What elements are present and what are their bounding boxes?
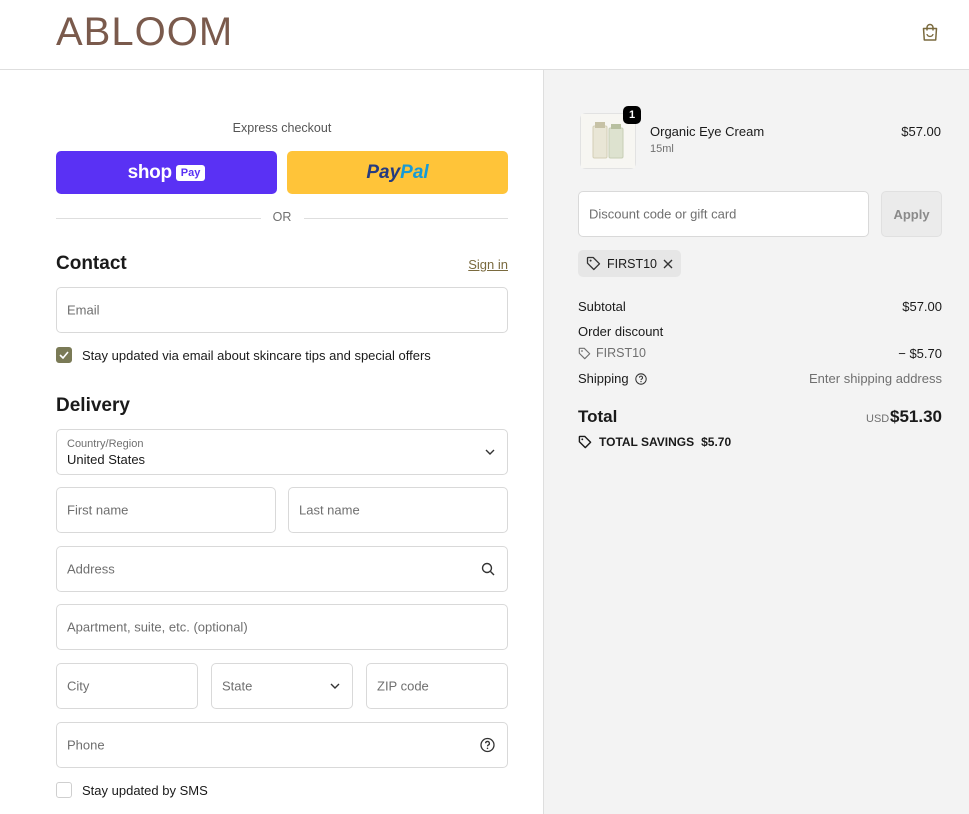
first-name-placeholder: First name: [67, 502, 129, 518]
sign-in-link[interactable]: Sign in: [468, 257, 508, 272]
discount-code-input[interactable]: Discount code or gift card: [578, 191, 869, 237]
subtotal-value: $57.00: [902, 299, 942, 314]
phone-field[interactable]: Phone: [56, 722, 508, 768]
order-discount-row: Order discount: [578, 324, 942, 339]
address-placeholder: Address: [67, 561, 115, 577]
tag-icon: [578, 435, 592, 449]
checkmark-icon: [59, 351, 69, 359]
product-variant: 15ml: [650, 143, 674, 155]
tag-icon: [578, 347, 591, 359]
search-icon[interactable]: [481, 562, 495, 576]
delivery-heading: Delivery: [56, 395, 130, 416]
help-circle-icon[interactable]: [480, 737, 495, 753]
zip-field[interactable]: ZIP code: [366, 663, 508, 709]
subtotal-label: Subtotal: [578, 299, 626, 314]
quantity-badge: 1: [623, 106, 641, 124]
divider-line-right: [304, 218, 508, 219]
shop-pay-wordmark: shop: [127, 161, 172, 183]
discount-code-label: FIRST10: [596, 346, 647, 360]
city-placeholder: City: [67, 678, 90, 694]
apply-discount-button[interactable]: Apply: [881, 191, 942, 237]
newsletter-checkbox[interactable]: [56, 347, 72, 363]
tag-icon: [586, 256, 601, 271]
subtotal-row: Subtotal $57.00: [578, 299, 942, 314]
country-value: United States: [67, 452, 146, 467]
shipping-value: Enter shipping address: [809, 371, 942, 386]
store-logo[interactable]: ABLOOM: [56, 10, 233, 55]
total-savings: TOTAL SAVINGS $5.70: [578, 435, 731, 449]
first-name-field[interactable]: First name: [56, 487, 276, 533]
order-discount-label: Order discount: [578, 324, 664, 339]
shipping-row: Shipping Enter shipping address: [578, 371, 942, 386]
discount-placeholder: Discount code or gift card: [589, 206, 737, 222]
shipping-label: Shipping: [578, 371, 629, 386]
sms-checkbox[interactable]: [56, 782, 72, 798]
total-currency: USD: [866, 413, 890, 425]
city-field[interactable]: City: [56, 663, 198, 709]
email-placeholder: Email: [67, 302, 100, 318]
last-name-placeholder: Last name: [299, 502, 360, 518]
express-checkout-label: Express checkout: [232, 121, 332, 135]
paypal-wordmark-pay: Pay: [366, 161, 401, 183]
total-value: $51.30: [890, 407, 942, 426]
shopping-bag-icon[interactable]: [921, 22, 939, 42]
header: ABLOOM: [0, 0, 969, 70]
discount-code-row: FIRST10 − $5.70: [578, 346, 942, 361]
sms-opt-in[interactable]: Stay updated by SMS: [56, 782, 208, 798]
savings-label: TOTAL SAVINGS: [599, 435, 695, 449]
country-label: Country/Region: [67, 438, 144, 450]
chevron-down-icon: [330, 683, 340, 689]
paypal-wordmark-pal: Pal: [400, 161, 429, 183]
newsletter-label: Stay updated via email about skincare ti…: [82, 347, 431, 363]
total-label: Total: [578, 407, 618, 426]
product-name: Organic Eye Cream: [650, 124, 765, 139]
discount-value: − $5.70: [898, 346, 942, 361]
zip-placeholder: ZIP code: [377, 678, 429, 694]
email-field[interactable]: Email: [56, 287, 508, 333]
remove-discount-icon[interactable]: [663, 259, 673, 269]
shop-pay-button[interactable]: shop Pay: [56, 151, 277, 194]
paypal-button[interactable]: Pay Pal: [287, 151, 508, 194]
applied-discount-chip: FIRST10: [578, 250, 682, 277]
contact-heading: Contact: [56, 253, 127, 274]
last-name-field[interactable]: Last name: [288, 487, 508, 533]
shop-pay-badge: Pay: [175, 164, 206, 181]
savings-value: $5.70: [701, 435, 732, 449]
applied-code-label: FIRST10: [607, 256, 658, 271]
address-field[interactable]: Address: [56, 546, 508, 592]
or-divider: OR: [56, 210, 508, 226]
state-select[interactable]: State: [211, 663, 353, 709]
help-circle-icon[interactable]: [634, 372, 647, 385]
sms-label: Stay updated by SMS: [82, 782, 208, 798]
phone-placeholder: Phone: [67, 737, 105, 753]
apartment-field[interactable]: Apartment, suite, etc. (optional): [56, 604, 508, 650]
product-price: $57.00: [901, 124, 941, 139]
apartment-placeholder: Apartment, suite, etc. (optional): [67, 619, 248, 635]
or-label: OR: [272, 210, 292, 224]
chevron-down-icon: [485, 449, 495, 455]
state-placeholder: State: [222, 678, 253, 694]
country-select[interactable]: Country/Region United States: [56, 429, 508, 475]
newsletter-opt-in[interactable]: Stay updated via email about skincare ti…: [56, 347, 431, 363]
